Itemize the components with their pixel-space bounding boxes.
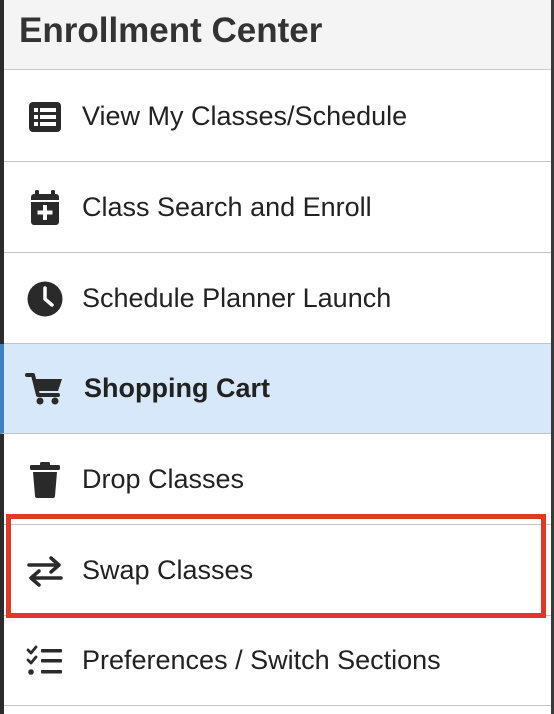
swap-arrows-icon <box>25 551 65 591</box>
checklist-icon <box>25 641 65 681</box>
menu-item-label: View My Classes/Schedule <box>82 101 408 131</box>
menu-item-label: Preferences / Switch Sections <box>82 645 441 675</box>
trash-icon <box>25 460 65 500</box>
enrollment-center-panel: Enrollment Center View My Classes/Schedu… <box>0 0 554 714</box>
menu-item-label: Swap Classes <box>82 555 254 585</box>
menu-item-label: Drop Classes <box>82 464 245 494</box>
menu-item-schedule-planner-launch[interactable]: Schedule Planner Launch <box>4 254 551 344</box>
menu-item-class-search-enroll[interactable]: Class Search and Enroll <box>4 163 551 253</box>
page-title: Enrollment Center <box>19 10 323 50</box>
menu-item-label: Class Search and Enroll <box>82 192 372 222</box>
menu-item-swap-classes[interactable]: Swap Classes <box>4 526 551 616</box>
panel-header: Enrollment Center <box>4 0 551 70</box>
menu-item-drop-classes[interactable]: Drop Classes <box>4 435 551 525</box>
menu-item-label: Schedule Planner Launch <box>82 283 392 313</box>
menu-item-preferences-switch-sections[interactable]: Preferences / Switch Sections <box>4 616 551 706</box>
calendar-plus-icon <box>25 188 65 228</box>
shopping-cart-icon <box>25 369 65 409</box>
clock-icon <box>25 279 65 319</box>
menu-item-shopping-cart[interactable]: Shopping Cart <box>0 344 551 434</box>
menu-item-view-my-classes[interactable]: View My Classes/Schedule <box>4 72 551 162</box>
menu-item-label: Shopping Cart <box>84 373 270 403</box>
list-icon <box>25 97 65 137</box>
